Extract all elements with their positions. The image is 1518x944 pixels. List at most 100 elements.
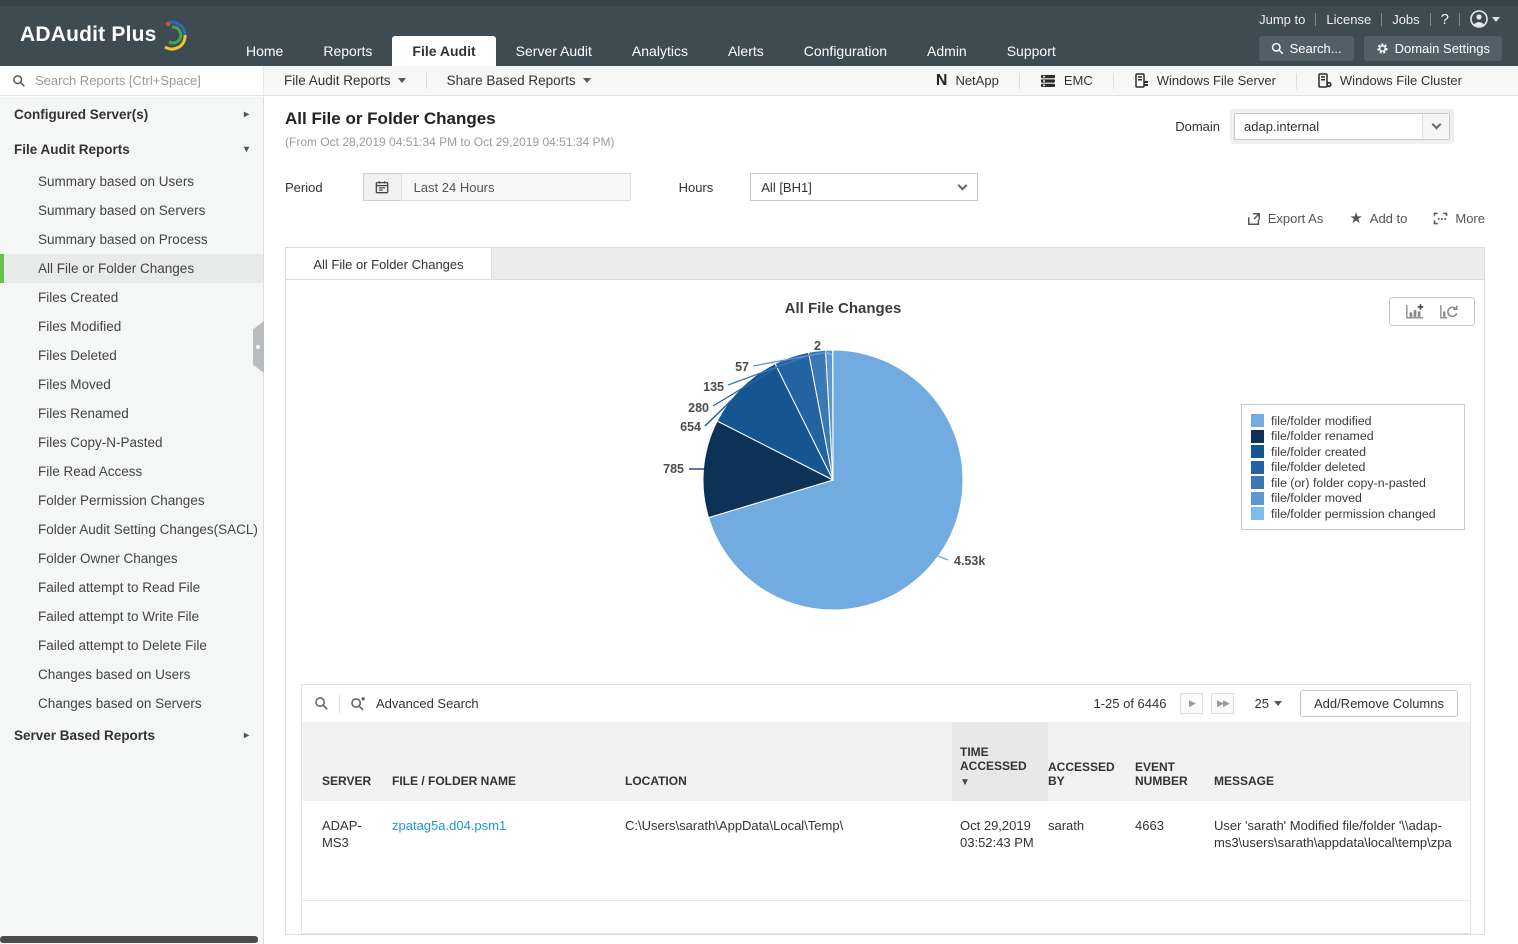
sidebar-item-label: Folder Permission Changes [38,493,205,508]
help-icon[interactable]: ? [1441,11,1449,28]
app-logo[interactable]: ADAudit Plus [20,18,189,52]
cell-location: C:\Users\sarath\AppData\Local\Temp\ [625,801,960,900]
period-input[interactable] [401,173,631,201]
nav-item[interactable]: Server Audit [496,36,612,66]
chevron-down-icon [1274,701,1282,706]
sidebar-item[interactable]: Files Deleted [0,341,263,370]
legend-label: file/folder moved [1271,491,1362,505]
results-table-panel: Advanced Search 1-25 of 6446 ▶ ▶▶ 25 Add… [301,684,1471,934]
domain-select[interactable]: adap.internal [1234,113,1450,140]
windows-file-server-icon [1134,73,1149,88]
sidebar-item[interactable]: Folder Permission Changes [0,486,263,515]
advanced-search-label[interactable]: Advanced Search [376,696,479,711]
integration-links: N NetApp EMC Windows File Server Windows… [916,66,1518,95]
jobs-link[interactable]: Jobs [1392,12,1419,27]
global-search-button[interactable]: Search... [1259,36,1354,61]
sidebar-item-label: File Audit Reports [14,142,130,157]
pagination: 1-25 of 6446 ▶ ▶▶ 25 Add/Remove Columns [1093,690,1458,717]
next-page-icon[interactable]: ▶ [1180,693,1203,714]
column-header[interactable]: ACCESSED BY ▼ [1048,722,1135,801]
column-search-icon[interactable] [314,696,329,711]
more-button[interactable]: More [1433,211,1485,226]
sidebar-item[interactable]: Summary based on Process [0,225,263,254]
logo-swirl-icon [159,18,189,52]
report-sidebar: Configured Server(s) ▸ File Audit Report… [0,97,264,944]
sidebar-item[interactable]: File Audit Reports ▾ [0,132,263,167]
column-header[interactable]: FILE / FOLDER NAME ▼ [392,722,625,801]
legend-item: file/folder permission changed [1251,507,1455,521]
star-icon: ★ [1349,212,1362,225]
sidebar-item[interactable]: Folder Audit Setting Changes(SACL) [0,515,263,544]
pie-chart: 4.53k785654280135572 [636,330,996,630]
sidebar-item[interactable]: File Read Access [0,457,263,486]
sidebar-item[interactable]: Files Moved [0,370,263,399]
legend-label: file/folder renamed [1271,429,1374,443]
sidebar-item[interactable]: Failed attempt to Delete File [0,631,263,660]
search-icon [12,74,26,88]
nav-item[interactable]: Support [987,36,1076,66]
integration-label: NetApp [955,73,998,88]
user-menu[interactable] [1470,10,1500,28]
nav-item[interactable]: Admin [907,36,987,66]
export-as-button[interactable]: Export As [1247,211,1324,226]
sidebar-item[interactable]: Files Created [0,283,263,312]
nav-item[interactable]: Alerts [708,36,784,66]
sidebar-item[interactable]: Folder Owner Changes [0,544,263,573]
column-header[interactable]: MESSAGE ▼ [1214,722,1470,801]
sidebar-item[interactable]: Changes based on Servers [0,689,263,718]
emc-link[interactable]: EMC [1020,73,1113,88]
pie-value-label: 2 [814,339,821,353]
column-header[interactable]: TIME ACCESSED ▼ [952,722,1048,801]
nav-item[interactable]: File Audit [392,36,495,66]
sidebar-item[interactable]: Files Modified [0,312,263,341]
windows-file-cluster-link[interactable]: Windows File Cluster [1297,73,1482,88]
advanced-search-icon[interactable] [350,696,366,711]
calendar-icon[interactable] [363,173,401,201]
sidebar-item[interactable]: Failed attempt to Write File [0,602,263,631]
last-page-icon[interactable]: ▶▶ [1211,693,1234,714]
column-header[interactable]: EVENT NUMBER ▼ [1135,722,1214,801]
tab-all-file-or-folder-changes[interactable]: All File or Folder Changes [286,248,492,280]
pie-value-label: 4.53k [954,554,985,568]
cell-file-name-link[interactable]: zpatag5a.d04.psm1 [392,801,625,900]
report-panel: All File Changes 4.53k785654280135572 fi… [285,279,1485,935]
page-size-select[interactable]: 25 [1254,696,1281,711]
chart-title: All File Changes [785,300,902,317]
pie-value-label: 654 [680,420,701,434]
report-search-input[interactable] [35,73,235,88]
license-link[interactable]: License [1326,12,1371,27]
add-chart-icon[interactable] [1405,303,1425,320]
nav-item[interactable]: Reports [303,36,392,66]
jump-to-link[interactable]: Jump to [1259,12,1305,27]
windows-file-server-link[interactable]: Windows File Server [1114,73,1296,88]
netapp-link[interactable]: N NetApp [916,72,1019,90]
add-to-label: Add to [1370,211,1408,226]
share-based-reports-menu[interactable]: Share Based Reports [427,66,611,95]
refresh-chart-icon[interactable] [1439,303,1459,320]
nav-item[interactable]: Configuration [784,36,907,66]
sidebar-item[interactable]: Changes based on Users [0,660,263,689]
sidebar-item[interactable]: Files Renamed [0,399,263,428]
column-header[interactable]: SERVER ▼ [322,722,392,801]
nav-item[interactable]: Analytics [612,36,708,66]
sidebar-item[interactable]: Summary based on Users [0,167,263,196]
sidebar-item[interactable]: Failed attempt to Read File [0,573,263,602]
sidebar-item[interactable]: Summary based on Servers [0,196,263,225]
sidebar-item[interactable]: Server Based Reports ▸ [0,718,263,753]
legend-swatch [1251,445,1264,458]
secondary-toolbar: File Audit Reports Share Based Reports N… [0,66,1518,96]
hours-select[interactable]: All [BH1] [750,173,978,201]
add-remove-columns-button[interactable]: Add/Remove Columns [1300,690,1458,717]
sidebar-item[interactable]: Files Copy-N-Pasted [0,428,263,457]
file-audit-reports-menu[interactable]: File Audit Reports [264,66,426,95]
sidebar-collapse-handle[interactable] [253,321,264,373]
sidebar-horizontal-scrollbar[interactable] [0,936,258,943]
domain-settings-button[interactable]: Domain Settings [1364,36,1502,61]
column-header[interactable]: LOCATION ▼ [625,722,960,801]
nav-item[interactable]: Home [226,36,303,66]
legend-label: file (or) folder copy-n-pasted [1271,476,1426,490]
sidebar-item[interactable]: Configured Server(s) ▸ [0,97,263,132]
sidebar-item[interactable]: All File or Folder Changes [0,254,263,283]
sidebar-item-arrow-icon: ▾ [244,144,249,155]
add-to-button[interactable]: ★ Add to [1349,211,1407,226]
